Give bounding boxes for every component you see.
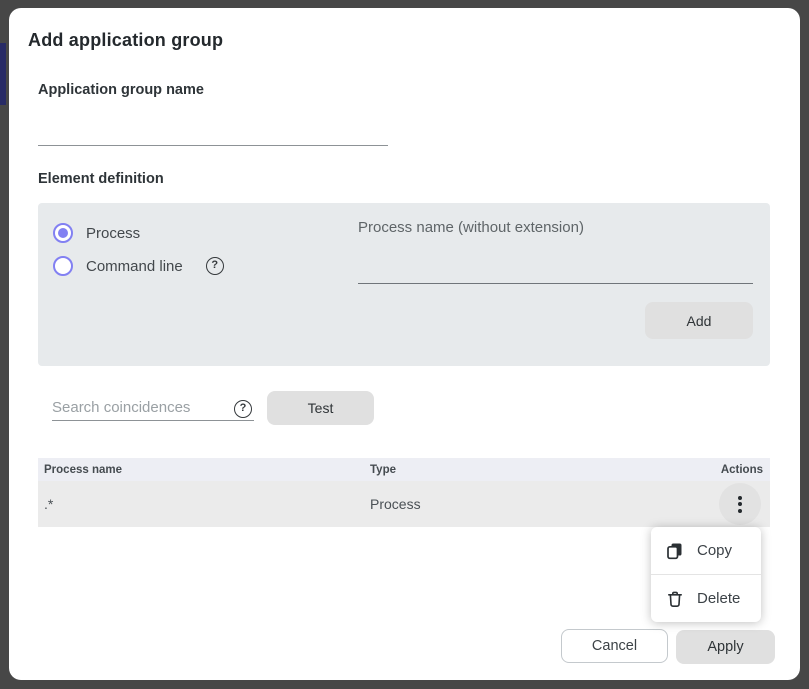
table-header-row: Process name Type Actions — [38, 458, 770, 481]
menu-item-copy[interactable]: Copy — [651, 527, 761, 574]
menu-item-copy-label: Copy — [697, 542, 732, 559]
apply-button[interactable]: Apply — [676, 630, 775, 664]
process-name-label: Process name (without extension) — [358, 219, 584, 236]
cell-type: Process — [370, 496, 770, 512]
radio-process-icon[interactable] — [53, 223, 73, 243]
radio-command-line-label: Command line — [86, 258, 183, 275]
radio-command-line-icon[interactable] — [53, 256, 73, 276]
header-actions: Actions — [706, 464, 770, 476]
radio-process-label: Process — [86, 225, 140, 242]
table-row: .* Process — [38, 481, 770, 527]
process-name-input[interactable] — [358, 258, 753, 284]
radio-option-command-line[interactable]: Command line ? — [53, 256, 224, 276]
search-coincidences-input[interactable] — [52, 395, 254, 421]
row-actions-menu-button[interactable] — [719, 483, 761, 525]
radio-option-process[interactable]: Process — [53, 223, 140, 243]
add-button[interactable]: Add — [645, 302, 753, 339]
add-application-group-dialog: Add application group Application group … — [9, 8, 800, 680]
header-type: Type — [370, 464, 706, 476]
header-process-name: Process name — [38, 464, 370, 476]
search-coincidences-field: ? — [52, 391, 254, 431]
application-group-name-input[interactable] — [38, 120, 388, 146]
row-actions-context-menu: Copy Delete — [651, 527, 761, 622]
background-left-strip — [0, 43, 6, 105]
application-group-name-label: Application group name — [38, 82, 204, 98]
element-definition-label: Element definition — [38, 171, 164, 187]
command-line-help-icon[interactable]: ? — [206, 257, 224, 275]
coincidences-table: Process name Type Actions .* Process — [38, 458, 770, 527]
copy-icon — [666, 542, 684, 560]
menu-item-delete[interactable]: Delete — [651, 575, 761, 622]
page-backdrop: { "dialog": { "title": "Add application … — [0, 0, 809, 689]
test-button[interactable]: Test — [267, 391, 374, 425]
menu-item-delete-label: Delete — [697, 590, 740, 607]
cell-process-name: .* — [38, 496, 370, 512]
cancel-button[interactable]: Cancel — [561, 629, 668, 663]
kebab-icon — [738, 496, 742, 500]
search-help-icon[interactable]: ? — [234, 400, 252, 418]
trash-icon — [666, 590, 684, 608]
dialog-title: Add application group — [28, 30, 223, 51]
element-definition-panel: Process Command line ? Process name (wit… — [38, 203, 770, 366]
